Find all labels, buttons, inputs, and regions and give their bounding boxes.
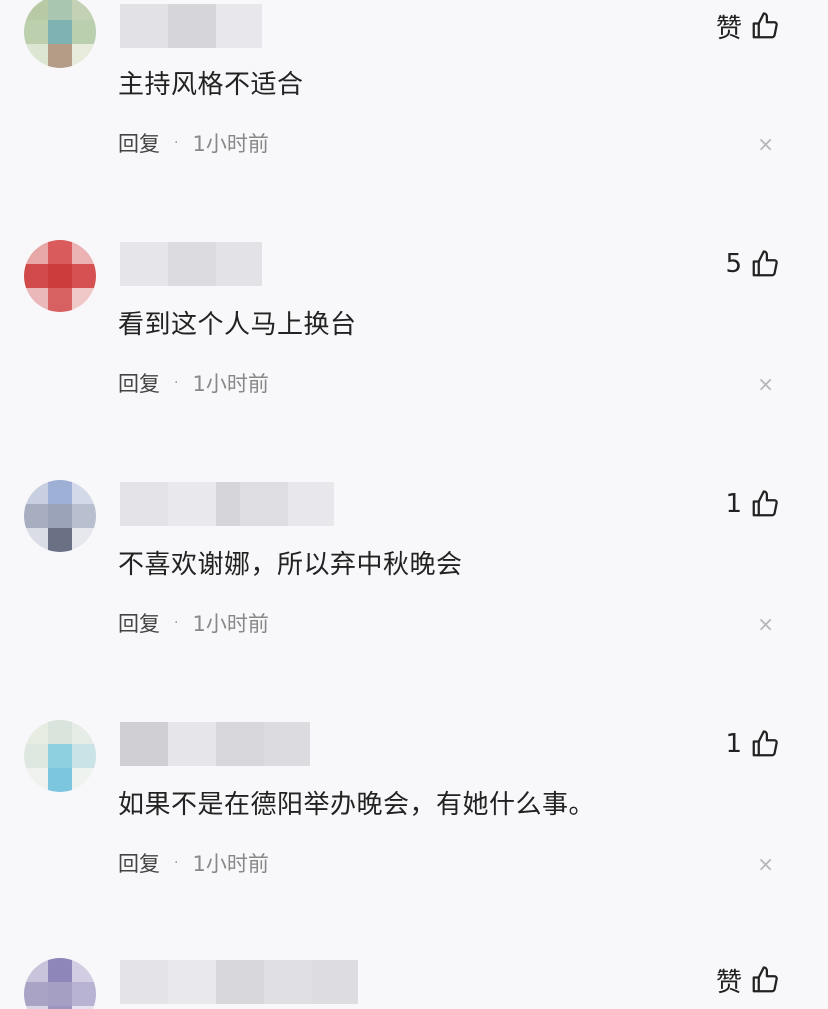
- close-icon[interactable]: ×: [757, 612, 774, 636]
- comment-text: 如果不是在德阳举办晚会，有她什么事。: [118, 790, 596, 820]
- thumbs-up-icon: [752, 730, 778, 757]
- like-count: 赞: [715, 967, 742, 998]
- comment-item: 1 不喜欢谢娜，所以弃中秋晚会 回复 · 1小时前 ×: [0, 480, 828, 720]
- reply-button[interactable]: 回复: [118, 608, 160, 638]
- thumbs-up-icon: [752, 12, 778, 39]
- comment-text: 看到这个人马上换台: [118, 310, 357, 340]
- reply-button[interactable]: 回复: [118, 368, 160, 398]
- like-count: 赞: [715, 13, 742, 44]
- close-icon[interactable]: ×: [757, 372, 774, 396]
- thumbs-up-icon: [752, 250, 778, 277]
- like-count: 5: [725, 249, 742, 279]
- timestamp: 1小时前: [192, 852, 269, 876]
- like-button[interactable]: 赞: [716, 960, 780, 1000]
- comment-item: 赞: [0, 958, 828, 1009]
- comment-meta: 回复 · 1小时前: [118, 608, 269, 638]
- timestamp: 1小时前: [192, 372, 269, 396]
- thumbs-up-icon: [752, 966, 778, 993]
- comment-meta: 回复 · 1小时前: [118, 128, 269, 158]
- separator: ·: [174, 135, 179, 151]
- avatar[interactable]: [24, 720, 96, 792]
- separator: ·: [174, 855, 179, 871]
- comment-meta: 回复 · 1小时前: [118, 368, 269, 398]
- reply-button[interactable]: 回复: [118, 128, 160, 158]
- like-button[interactable]: 1: [725, 724, 780, 764]
- like-button[interactable]: 5: [725, 244, 780, 284]
- username-blurred[interactable]: [120, 960, 358, 1004]
- close-icon[interactable]: ×: [757, 852, 774, 876]
- username-blurred[interactable]: [120, 482, 334, 526]
- close-icon[interactable]: ×: [757, 132, 774, 156]
- separator: ·: [174, 615, 179, 631]
- comment-meta: 回复 · 1小时前: [118, 848, 269, 878]
- avatar[interactable]: [24, 958, 96, 1009]
- like-button[interactable]: 赞: [716, 6, 780, 46]
- comment-text: 不喜欢谢娜，所以弃中秋晚会: [118, 550, 463, 580]
- username-blurred[interactable]: [120, 722, 310, 766]
- avatar[interactable]: [24, 240, 96, 312]
- username-blurred[interactable]: [120, 242, 262, 286]
- comment-text: 主持风格不适合: [118, 70, 304, 100]
- avatar[interactable]: [24, 0, 96, 68]
- timestamp: 1小时前: [192, 132, 269, 156]
- timestamp: 1小时前: [192, 612, 269, 636]
- like-count: 1: [725, 729, 742, 759]
- username-blurred[interactable]: [120, 4, 262, 48]
- comment-item: 赞 主持风格不适合 回复 · 1小时前 ×: [0, 0, 828, 240]
- comment-item: 1 如果不是在德阳举办晚会，有她什么事。 回复 · 1小时前 ×: [0, 720, 828, 960]
- separator: ·: [174, 375, 179, 391]
- reply-button[interactable]: 回复: [118, 848, 160, 878]
- like-button[interactable]: 1: [725, 484, 780, 524]
- like-count: 1: [725, 489, 742, 519]
- thumbs-up-icon: [752, 490, 778, 517]
- comment-item: 5 看到这个人马上换台 回复 · 1小时前 ×: [0, 240, 828, 480]
- avatar[interactable]: [24, 480, 96, 552]
